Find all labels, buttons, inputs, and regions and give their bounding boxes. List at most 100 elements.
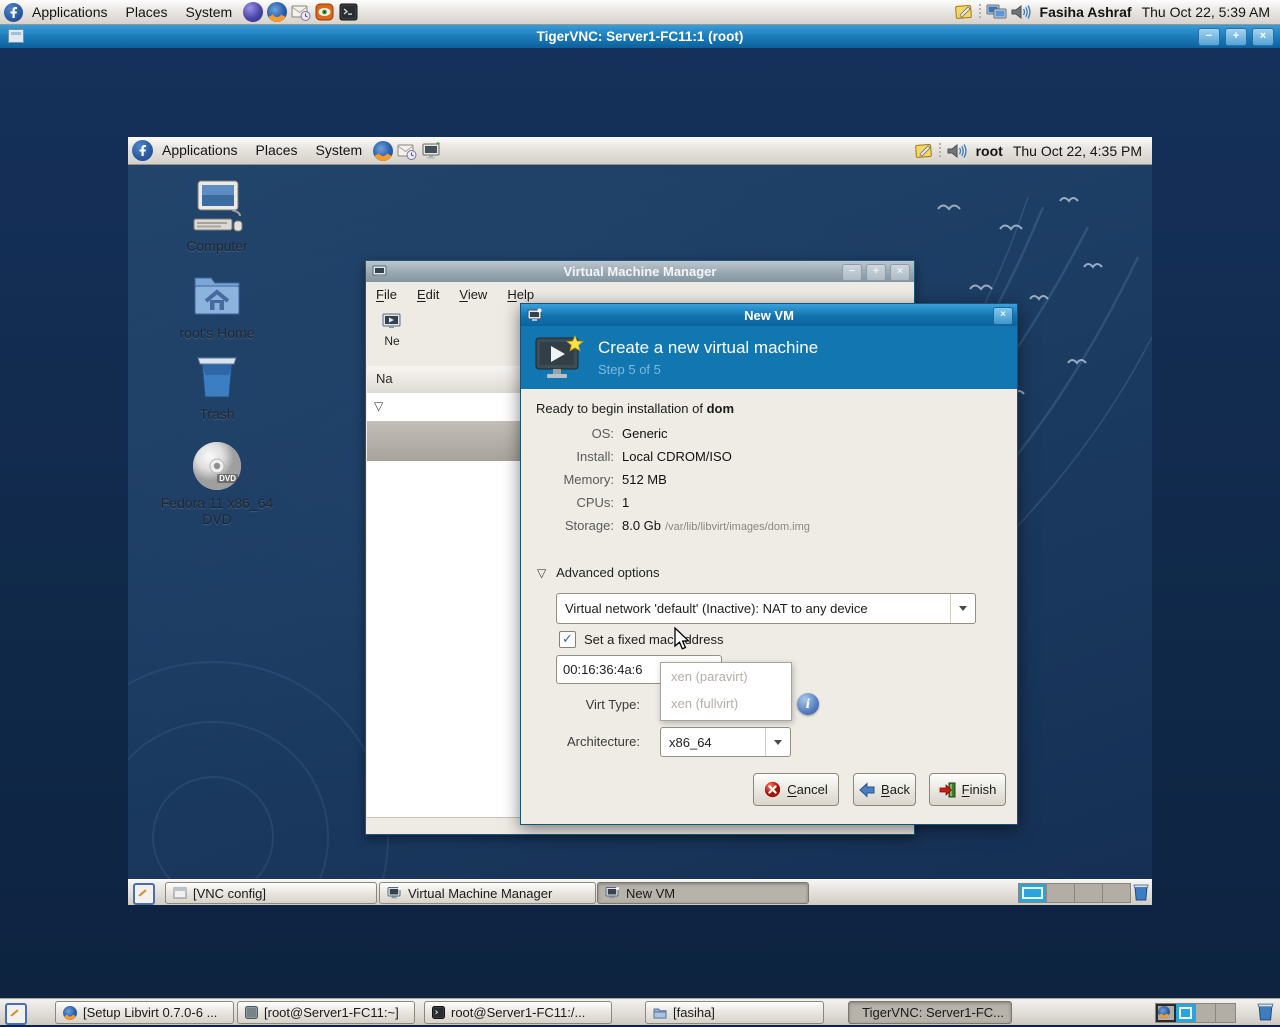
host-taskbar-item-fasiha-folder[interactable]: [fasiha] bbox=[645, 1001, 824, 1024]
remote-top-panel: Applications Places System root Thu Oct … bbox=[128, 137, 1152, 165]
vmm-close-button[interactable]: × bbox=[890, 264, 910, 281]
host-workspace-switcher bbox=[1155, 1003, 1236, 1023]
advanced-options-expander[interactable]: ▽ Advanced options bbox=[537, 565, 660, 580]
volume-tray-icon[interactable] bbox=[1010, 2, 1030, 22]
cancel-button[interactable]: Cancel bbox=[753, 773, 839, 806]
vmm-minimize-button[interactable]: − bbox=[842, 264, 862, 281]
network-monitors-tray-icon[interactable] bbox=[986, 2, 1006, 22]
virt-type-option-fullvirt[interactable]: xen (fullvirt) bbox=[661, 690, 791, 717]
remote-fedora-logo-icon[interactable] bbox=[132, 140, 153, 161]
host-trash-applet-icon[interactable] bbox=[1256, 1001, 1275, 1027]
host-menu-applications[interactable]: Applications bbox=[23, 1, 117, 24]
workspace-1[interactable] bbox=[1019, 884, 1047, 902]
vmm-menu-file[interactable]: File bbox=[366, 282, 407, 307]
vmm-toolbar-new-button[interactable]: Ne bbox=[372, 313, 412, 348]
virt-type-option-paravirt[interactable]: xen (paravirt) bbox=[661, 663, 791, 690]
folder-icon bbox=[653, 1007, 667, 1019]
remote-email-launcher-icon[interactable] bbox=[397, 141, 417, 161]
browser-eye-launcher-icon[interactable] bbox=[315, 2, 335, 22]
remote-vm-monitor-launcher-icon[interactable] bbox=[421, 141, 441, 161]
expander-icon[interactable]: ▽ bbox=[374, 399, 383, 413]
firefox-mini-icon bbox=[1158, 1006, 1170, 1018]
desktop-icon-label: root's Home bbox=[179, 325, 254, 341]
eclipse-launcher-icon[interactable] bbox=[243, 2, 263, 22]
remote-menu-system[interactable]: System bbox=[307, 139, 372, 162]
ready-text: Ready to begin installation of dom bbox=[536, 401, 734, 416]
host-taskbar-item-tigervnc[interactable]: TigerVNC: Server1-FC... bbox=[848, 1001, 1012, 1024]
workspace-3[interactable] bbox=[1075, 884, 1103, 902]
remote-notes-tray-icon[interactable] bbox=[914, 141, 934, 161]
host-clock[interactable]: Thu Oct 22, 5:39 AM bbox=[1142, 4, 1270, 20]
desktop-icon-label: Fedora 11 x86_64 DVD bbox=[161, 495, 274, 527]
host-workspace-3[interactable] bbox=[1196, 1004, 1216, 1022]
host-user-name[interactable]: Fasiha Ashraf bbox=[1040, 4, 1132, 20]
trash-applet-icon[interactable] bbox=[1132, 882, 1150, 905]
notes-tray-icon[interactable] bbox=[954, 2, 974, 22]
host-top-panel: Applications Places System Fasiha Ashraf… bbox=[0, 0, 1280, 25]
minimize-button[interactable]: − bbox=[1198, 28, 1220, 46]
desktop-icon-fedora-dvd[interactable]: DVD Fedora 11 x86_64 DVD bbox=[155, 439, 279, 527]
new-vm-banner: Create a new virtual machine Step 5 of 5 bbox=[521, 326, 1017, 389]
remote-volume-tray-icon[interactable] bbox=[946, 141, 966, 161]
taskbar-item-vnc-config[interactable]: [VNC config] bbox=[165, 882, 377, 904]
desktop-icon-label: Computer bbox=[186, 238, 247, 254]
fixed-mac-checkbox-row[interactable]: ✓ Set a fixed mac address bbox=[559, 631, 723, 648]
host-taskbar-item-setup-libvirt[interactable]: [Setup Libvirt 0.7.0-6 ... bbox=[55, 1001, 234, 1024]
terminal-launcher-icon[interactable] bbox=[339, 2, 359, 22]
fixed-mac-checkbox[interactable]: ✓ bbox=[559, 631, 576, 648]
architecture-label: Architecture: bbox=[536, 734, 640, 749]
workspace-switcher bbox=[1018, 883, 1131, 903]
new-vm-close-button[interactable]: × bbox=[993, 307, 1013, 325]
host-menu-places[interactable]: Places bbox=[117, 1, 177, 24]
remote-firefox-launcher-icon[interactable] bbox=[373, 141, 393, 161]
expander-icon: ▽ bbox=[537, 566, 546, 580]
show-desktop-icon[interactable] bbox=[133, 883, 155, 905]
chevron-down-icon bbox=[959, 606, 967, 611]
host-workspace-4[interactable] bbox=[1216, 1004, 1235, 1022]
host-menu-system[interactable]: System bbox=[177, 1, 242, 24]
terminal-icon bbox=[432, 1006, 445, 1019]
vmm-name-column-header[interactable]: Na bbox=[376, 371, 393, 386]
tigervnc-window-titlebar[interactable]: TigerVNC: Server1-FC11:1 (root) − + × bbox=[0, 24, 1280, 48]
maximize-button[interactable]: + bbox=[1225, 28, 1247, 46]
finish-button[interactable]: Finish bbox=[929, 773, 1006, 806]
host-taskbar-item-terminal-2[interactable]: root@Server1-FC11:/... bbox=[424, 1001, 612, 1024]
architecture-select[interactable]: x86_64 bbox=[660, 727, 791, 757]
workspace-2[interactable] bbox=[1047, 884, 1075, 902]
host-show-desktop-icon[interactable] bbox=[5, 1003, 27, 1025]
dvd-disc-icon bbox=[188, 439, 246, 495]
vmm-menu-edit[interactable]: Edit bbox=[407, 282, 449, 307]
host-workspace-2[interactable] bbox=[1176, 1004, 1196, 1022]
vm-monitor-icon bbox=[387, 887, 402, 899]
desktop-icon-computer[interactable]: Computer bbox=[155, 179, 279, 254]
vmm-window-title: Virtual Machine Manager bbox=[366, 264, 914, 279]
cancel-icon bbox=[764, 781, 781, 798]
host-workspace-1[interactable] bbox=[1156, 1004, 1176, 1022]
taskbar-item-new-vm[interactable]: New VM bbox=[597, 882, 809, 904]
remote-menu-applications[interactable]: Applications bbox=[153, 139, 247, 162]
vmm-maximize-button[interactable]: + bbox=[866, 264, 886, 281]
taskbar-item-vmm[interactable]: Virtual Machine Manager bbox=[379, 882, 596, 904]
info-icon[interactable]: i bbox=[797, 693, 819, 715]
host-taskbar-item-terminal-1[interactable]: [root@Server1-FC11:~] bbox=[237, 1001, 415, 1024]
fedora-logo-icon[interactable] bbox=[4, 3, 23, 22]
remote-desktop: Applications Places System root Thu Oct … bbox=[128, 137, 1152, 905]
back-button[interactable]: Back bbox=[853, 773, 916, 806]
close-button[interactable]: × bbox=[1252, 28, 1274, 46]
vnc-viewport: Applications Places System root Thu Oct … bbox=[0, 48, 1280, 998]
remote-menu-places[interactable]: Places bbox=[247, 139, 307, 162]
remote-user-name[interactable]: root bbox=[976, 143, 1003, 159]
vmm-titlebar[interactable]: Virtual Machine Manager − + × bbox=[366, 261, 914, 282]
remote-clock[interactable]: Thu Oct 22, 4:35 PM bbox=[1013, 143, 1142, 159]
workspace-4[interactable] bbox=[1103, 884, 1130, 902]
email-launcher-icon[interactable] bbox=[291, 2, 311, 22]
vmm-window-icon bbox=[372, 265, 388, 279]
vmm-menu-view[interactable]: View bbox=[449, 282, 497, 307]
tigervnc-window-title: TigerVNC: Server1-FC11:1 (root) bbox=[0, 29, 1280, 44]
firefox-launcher-icon[interactable] bbox=[267, 2, 287, 22]
desktop-icon-home[interactable]: root's Home bbox=[155, 270, 279, 341]
host-taskbar: [Setup Libvirt 0.7.0-6 ... [root@Server1… bbox=[0, 998, 1280, 1025]
new-vm-titlebar[interactable]: New VM × bbox=[521, 304, 1017, 326]
desktop-icon-trash[interactable]: Trash bbox=[155, 349, 279, 422]
network-select[interactable]: Virtual network 'default' (Inactive): NA… bbox=[556, 593, 976, 624]
